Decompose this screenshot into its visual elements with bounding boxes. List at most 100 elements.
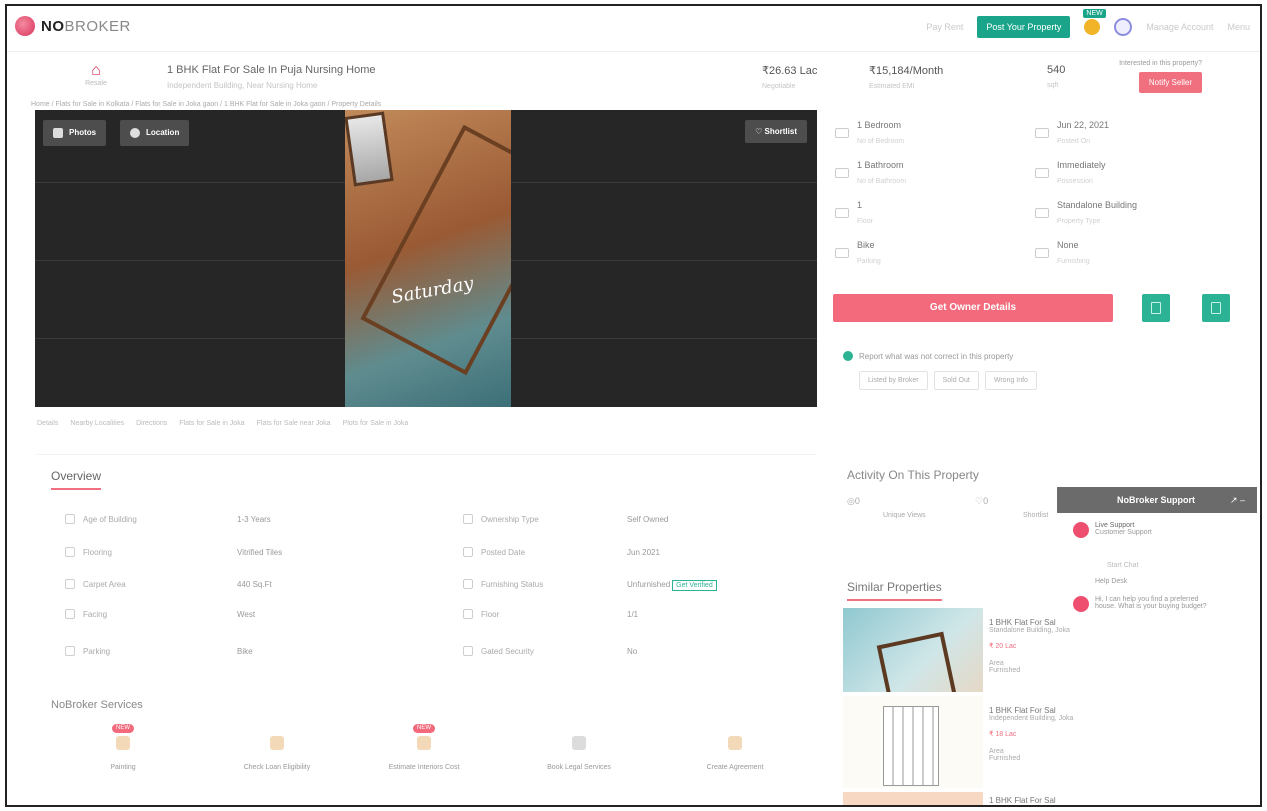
info-posted-on: Jun 22, 2021 Posted On bbox=[1035, 120, 1225, 158]
new-badge: NEW bbox=[1083, 9, 1106, 18]
gallery-link[interactable]: Flats for Sale near Joka bbox=[257, 420, 331, 427]
gallery-links: Details Nearby Localities Directions Fla… bbox=[37, 420, 408, 427]
security-icon bbox=[463, 646, 473, 656]
report-text: Report what was not correct in this prop… bbox=[859, 351, 1014, 361]
share-button[interactable] bbox=[1202, 294, 1230, 322]
support-chat-header[interactable]: NoBroker Support ↗ – bbox=[1057, 487, 1257, 513]
area-icon bbox=[65, 579, 75, 589]
bed-icon bbox=[835, 128, 849, 138]
agent-avatar-icon bbox=[1073, 596, 1089, 612]
report-option[interactable]: Wrong Info bbox=[984, 371, 1037, 390]
info-bedroom: 1 Bedroom No of Bedroom bbox=[835, 120, 1025, 158]
overview-row: Ownership Type Self Owned bbox=[463, 514, 783, 534]
bookmark-icon bbox=[1151, 302, 1161, 314]
flooring-icon bbox=[65, 547, 75, 557]
key-icon bbox=[1035, 168, 1049, 178]
building-illustration bbox=[883, 706, 939, 786]
similar-card-image[interactable] bbox=[843, 696, 983, 788]
sofa-icon bbox=[463, 579, 473, 589]
similar-properties-title: Similar Properties bbox=[847, 580, 942, 601]
overview-row: Gated Security No bbox=[463, 646, 783, 666]
interiors-icon bbox=[417, 736, 431, 750]
calendar-icon bbox=[1035, 128, 1049, 138]
overview-row: Flooring Vitrified Tiles bbox=[65, 547, 445, 567]
ownership-icon bbox=[463, 514, 473, 524]
location-button[interactable]: Location bbox=[120, 120, 190, 146]
bath-icon bbox=[835, 168, 849, 178]
similar-card-info[interactable]: 1 BHK Flat For Sal Independent Building,… bbox=[989, 706, 1073, 762]
interest-text: Interested in this property? bbox=[1119, 60, 1202, 67]
breadcrumb[interactable]: Home / Flats for Sale in Kolkata / Flats… bbox=[31, 101, 381, 108]
top-right-actions: Pay Rent Post Your Property NEW Manage A… bbox=[926, 9, 1250, 38]
menu-link[interactable]: Menu bbox=[1227, 22, 1250, 32]
property-header: ⌂ Resale 1 BHK Flat For Sale In Puja Nurs… bbox=[7, 54, 1260, 100]
home-label: Resale bbox=[85, 80, 107, 87]
info-parking: Bike Parking bbox=[835, 240, 1025, 278]
report-row: Report what was not correct in this prop… bbox=[843, 351, 1013, 361]
user-avatar-icon[interactable] bbox=[1114, 18, 1133, 36]
chat-message-header: Help Desk bbox=[1095, 578, 1128, 585]
compass-icon bbox=[65, 609, 75, 619]
info-floor: 1 Floor bbox=[835, 200, 1025, 238]
service-agreement[interactable]: Create Agreement bbox=[695, 724, 775, 771]
views-count: ◎ 0 bbox=[847, 496, 860, 506]
photo-gallery[interactable]: Saturday Photos Location ♡ Shortlist bbox=[35, 110, 817, 407]
info-icon bbox=[843, 351, 853, 361]
app-window: NOBROKER Pay Rent Post Your Property NEW… bbox=[5, 4, 1262, 807]
emi: ₹15,184/Month Estimated EMI bbox=[869, 65, 944, 90]
property-subtitle: Independent Building, Near Nursing Home bbox=[167, 81, 318, 90]
support-agent-row: Live Support Customer Support bbox=[1073, 522, 1152, 538]
loan-icon bbox=[270, 736, 284, 750]
notify-seller-button[interactable]: Notify Seller bbox=[1138, 72, 1202, 93]
similar-card-image[interactable] bbox=[843, 608, 983, 692]
post-property-button[interactable]: Post Your Property bbox=[977, 16, 1071, 38]
new-badge: NEW bbox=[112, 724, 134, 733]
report-option[interactable]: Sold Out bbox=[933, 371, 979, 390]
similar-card-image[interactable] bbox=[843, 792, 983, 805]
gallery-link[interactable]: Flats for Sale in Joka bbox=[179, 420, 244, 427]
logo-mark-icon bbox=[15, 16, 35, 36]
camera-icon bbox=[53, 128, 63, 138]
area: 540 sqft bbox=[1047, 64, 1066, 89]
service-interiors[interactable]: NEW Estimate Interiors Cost bbox=[384, 724, 464, 771]
gallery-link[interactable]: Directions bbox=[136, 420, 167, 427]
chat-message: Hi, I can help you find a preferred hous… bbox=[1073, 596, 1213, 612]
overview-row: Furnishing Status Unfurnished Get Verified bbox=[463, 579, 783, 599]
shortlist-button[interactable]: ♡ Shortlist bbox=[745, 120, 807, 143]
gallery-link[interactable]: Nearby Localities bbox=[70, 420, 124, 427]
overview-row: Age of Building 1-3 Years bbox=[65, 514, 445, 534]
overview-title[interactable]: Overview bbox=[51, 469, 102, 490]
info-bathroom: 1 Bathroom No of Bathroom bbox=[835, 160, 1025, 198]
save-button[interactable] bbox=[1142, 294, 1170, 322]
service-painting[interactable]: NEW Painting bbox=[83, 724, 163, 771]
gallery-link[interactable]: Plots for Sale in Joka bbox=[343, 420, 409, 427]
agent-avatar-icon bbox=[1073, 522, 1089, 538]
top-bar: NOBROKER Pay Rent Post Your Property NEW… bbox=[7, 6, 1260, 52]
overview-row: Parking Bike bbox=[65, 646, 445, 666]
activity-title: Activity On This Property bbox=[847, 468, 979, 482]
chat-window-controls[interactable]: ↗ – bbox=[1230, 487, 1245, 513]
property-photo[interactable]: Saturday bbox=[345, 110, 511, 407]
user-name[interactable]: Manage Account bbox=[1146, 22, 1213, 32]
location-icon bbox=[130, 128, 140, 138]
floor-icon bbox=[835, 208, 849, 218]
photos-button[interactable]: Photos bbox=[43, 120, 107, 146]
similar-card-info[interactable]: 1 BHK Flat For Sal bbox=[989, 796, 1056, 805]
nobroker-logo[interactable]: NOBROKER bbox=[15, 16, 131, 36]
get-verified-button[interactable]: Get Verified bbox=[672, 580, 717, 591]
service-legal[interactable]: Book Legal Services bbox=[539, 724, 619, 771]
offer-badge-icon[interactable]: NEW bbox=[1083, 9, 1106, 35]
get-owner-details-button[interactable]: Get Owner Details bbox=[833, 294, 1113, 322]
magnifier-icon bbox=[572, 736, 586, 750]
pay-rent-link[interactable]: Pay Rent bbox=[926, 22, 963, 32]
report-option[interactable]: Listed by Broker bbox=[859, 371, 928, 390]
share-icon bbox=[1211, 302, 1221, 314]
service-loan[interactable]: Check Loan Eligibility bbox=[237, 724, 317, 771]
shortlists-count: ♡ 0 bbox=[975, 496, 989, 506]
gallery-link[interactable]: Details bbox=[37, 420, 58, 427]
info-property-type: Standalone Building Property Type bbox=[1035, 200, 1225, 238]
similar-card-info[interactable]: 1 BHK Flat For Sal Standalone Building, … bbox=[989, 618, 1070, 674]
parking-icon bbox=[65, 646, 75, 656]
info-possession: Immediately Possession bbox=[1035, 160, 1225, 198]
shortlists-label: Shortlist bbox=[1023, 512, 1049, 519]
